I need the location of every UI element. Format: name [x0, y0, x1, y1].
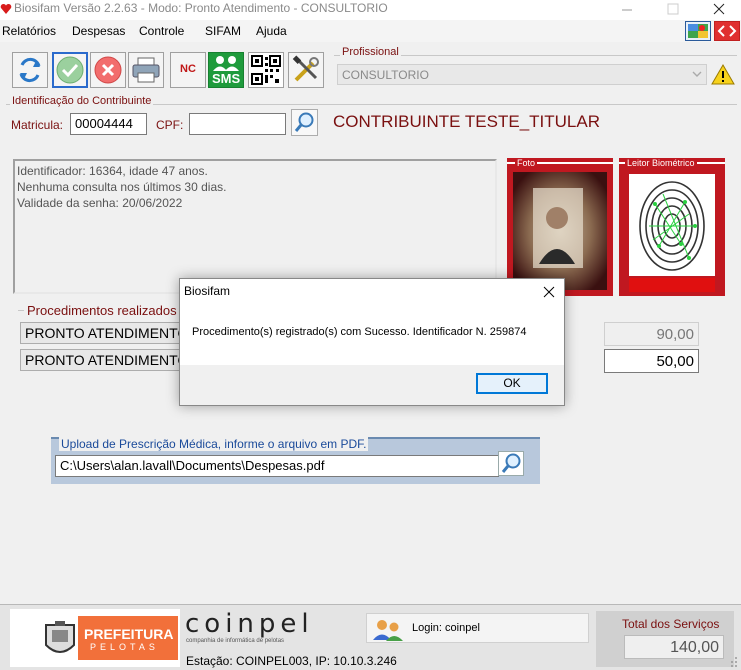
menu-despesas[interactable]: Despesas	[72, 24, 125, 38]
leitor-label: Leitor Biométrico	[625, 158, 697, 168]
qr-button[interactable]	[248, 52, 284, 88]
cancel-x-icon	[94, 56, 122, 84]
procedimento-value-2[interactable]: 50,00	[604, 349, 699, 373]
procedimento-value-1: 90,00	[604, 322, 699, 346]
procedimento-item-2[interactable]: PRONTO ATENDIMENTO	[20, 349, 184, 371]
resize-grip-icon	[731, 657, 737, 667]
minimize-button[interactable]	[604, 0, 650, 20]
maps-button[interactable]	[685, 21, 711, 41]
upload-path-input[interactable]: C:\Users\alan.lavall\Documents\Despesas.…	[55, 455, 499, 477]
menu-ajuda[interactable]: Ajuda	[256, 24, 287, 38]
prefeitura-logo: PREFEITURA PELOTAS	[10, 609, 180, 667]
total-panel: Total dos Serviços 140,00	[596, 611, 734, 667]
cpf-input[interactable]	[189, 113, 286, 135]
print-button[interactable]	[128, 52, 164, 88]
info-panel: Identificador: 16364, idade 47 anos. Nen…	[13, 159, 497, 294]
upload-label: Upload de Prescrição Médica, informe o a…	[59, 437, 369, 451]
maximize-button[interactable]	[650, 0, 696, 20]
procedimento-item-1[interactable]: PRONTO ATENDIMENTO	[20, 322, 184, 344]
sms-label: SMS	[212, 71, 241, 86]
search-contribuinte-button[interactable]	[291, 109, 318, 136]
close-window-button[interactable]	[696, 0, 741, 20]
dialog-ok-button[interactable]: OK	[476, 373, 548, 394]
warning-icon[interactable]	[711, 63, 735, 85]
magnifier-icon	[294, 112, 314, 132]
footer-bar: PREFEITURA PELOTAS coinpel companhia de …	[0, 604, 741, 670]
menu-relatorios[interactable]: Relatórios	[2, 24, 56, 38]
profissional-label: Profissional	[340, 46, 401, 58]
cpf-label: CPF:	[156, 118, 184, 132]
menu-bar: Relatórios Despesas Controle SIFAM Ajuda	[0, 20, 741, 42]
matricula-label: Matricula:	[11, 118, 64, 132]
info-line-validade: Validade da senha: 20/06/2022	[17, 196, 183, 210]
exit-arrows-icon	[717, 25, 737, 37]
fingerprint-image	[629, 174, 715, 276]
prefeitura-line1: PREFEITURA	[84, 626, 174, 642]
dialog-title: Biosifam	[184, 284, 231, 298]
contribuinte-photo	[513, 172, 607, 290]
city-crest-icon	[45, 621, 75, 653]
title-bar: Biosifam Versão 2.2.63 - Modo: Pronto At…	[0, 0, 741, 20]
chevron-down-icon	[692, 71, 702, 77]
upload-group: Upload de Prescrição Médica, informe o a…	[51, 437, 540, 484]
exit-button[interactable]	[714, 21, 740, 41]
info-line-identificador: Identificador: 16364, idade 47 anos.	[17, 164, 208, 178]
dialog-message: Procedimento(s) registrado(s) com Sucess…	[192, 326, 527, 338]
cancel-button[interactable]	[90, 52, 126, 88]
total-label: Total dos Serviços	[622, 617, 720, 631]
profissional-select[interactable]: CONSULTORIO	[337, 64, 707, 85]
users-icon	[373, 620, 403, 641]
check-icon	[56, 56, 84, 84]
menu-controle[interactable]: Controle	[139, 24, 184, 38]
window-title: Biosifam Versão 2.2.63 - Modo: Pronto At…	[14, 1, 388, 15]
nc-button[interactable]: NC	[170, 52, 206, 88]
refresh-button[interactable]	[12, 52, 48, 88]
app-heart-icon	[0, 3, 12, 14]
qr-code-icon	[251, 55, 281, 85]
dialog-close-button[interactable]	[534, 281, 564, 303]
leitor-panel: Leitor Biométrico	[619, 158, 725, 296]
info-line-consulta: Nenhuma consulta nos últimos 30 dias.	[17, 180, 227, 194]
menu-sifam[interactable]: SIFAM	[205, 24, 241, 38]
success-dialog: Biosifam Procedimento(s) registrado(s) c…	[179, 278, 565, 406]
tools-icon	[292, 55, 319, 82]
login-box: Login: coinpel	[366, 613, 589, 643]
coinpel-logo: coinpel	[185, 609, 314, 639]
sms-people-icon	[213, 56, 239, 71]
refresh-icon	[19, 57, 41, 83]
tools-button[interactable]	[288, 52, 324, 88]
printer-icon	[132, 57, 160, 83]
estacao-text: Estação: COINPEL003, IP: 10.10.3.246	[186, 654, 397, 668]
procedimentos-label: Procedimentos realizados :	[24, 303, 187, 318]
confirm-button[interactable]	[52, 52, 88, 88]
login-text: Login: coinpel	[412, 622, 480, 634]
contribuinte-name: CONTRIBUINTE TESTE_TITULAR	[333, 112, 600, 131]
profissional-value: CONSULTORIO	[342, 68, 429, 82]
coinpel-tagline: companhia de informática de pelotas	[186, 638, 285, 644]
close-icon	[543, 286, 555, 298]
magnifier-icon	[501, 453, 521, 473]
foto-panel: Foto	[507, 158, 613, 296]
total-value: 140,00	[624, 635, 724, 659]
leitor-status-bar	[629, 278, 715, 292]
matricula-input[interactable]: 00004444	[70, 113, 147, 135]
sms-button[interactable]: SMS	[208, 52, 244, 88]
nc-label: NC	[180, 63, 196, 75]
upload-browse-button[interactable]	[498, 451, 524, 476]
map-pin-icon	[688, 24, 708, 38]
foto-label: Foto	[515, 158, 538, 168]
contribuinte-label: Identificação do Contribuinte	[10, 95, 154, 107]
prefeitura-line2: PELOTAS	[90, 642, 159, 652]
